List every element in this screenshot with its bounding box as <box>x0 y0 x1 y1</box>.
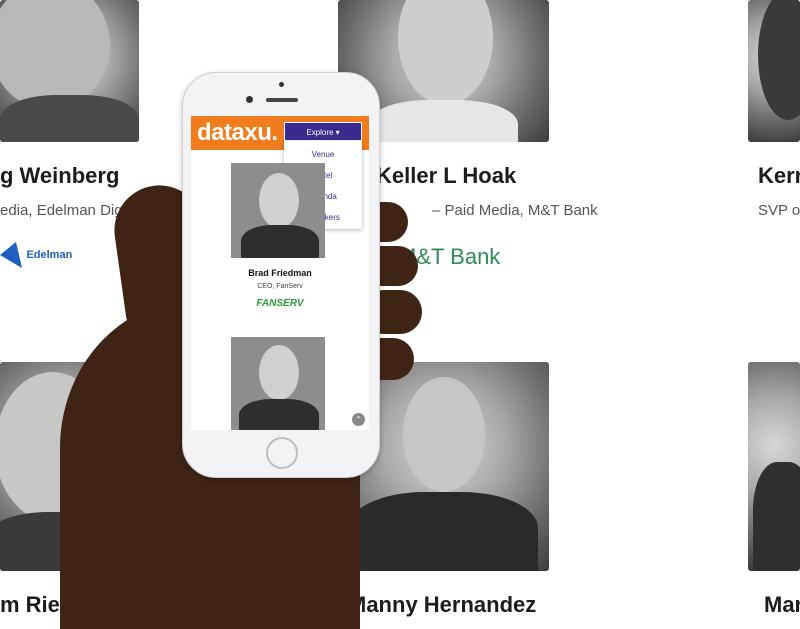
phone-device: dataxu. Explore ▾ Venue Hotel Agenda Spe… <box>182 72 380 478</box>
speaker-title: – Paid Media, M&T Bank <box>432 202 598 219</box>
speaker-name: Manny Hernandez <box>348 592 537 617</box>
speaker-photo-friedman <box>231 163 325 258</box>
explore-menu-button[interactable]: Explore ▾ <box>284 122 362 141</box>
phone-screen: dataxu. Explore ▾ Venue Hotel Agenda Spe… <box>191 116 369 430</box>
fanserv-logo: FANSERV <box>256 298 304 309</box>
speaker-name: Keller L Hoak <box>376 163 517 188</box>
speaker-photo-kerr <box>748 0 800 142</box>
speaker-name: g Weinberg <box>0 163 120 188</box>
speaker-name: Kerr <box>758 163 800 188</box>
speaker-title: CEO, FanServ <box>257 283 303 290</box>
speaker-photo-next <box>231 337 325 430</box>
speaker-name: Mar <box>764 592 800 617</box>
speaker-title: SVP o <box>758 202 800 219</box>
sensor-dot <box>279 82 284 87</box>
scroll-to-top-button[interactable]: ⌃ <box>352 413 365 426</box>
dataxu-logo[interactable]: dataxu. <box>197 119 278 147</box>
speaker-name: Brad Friedman <box>248 268 312 278</box>
front-camera <box>246 96 253 103</box>
menu-item-venue[interactable]: Venue <box>284 150 362 159</box>
speaker-photo-mar <box>748 362 800 571</box>
speaker-photo-weinberg <box>0 0 139 142</box>
home-button[interactable] <box>266 437 298 469</box>
edelman-logo: Edelman <box>0 242 72 268</box>
earpiece-speaker <box>266 98 298 102</box>
